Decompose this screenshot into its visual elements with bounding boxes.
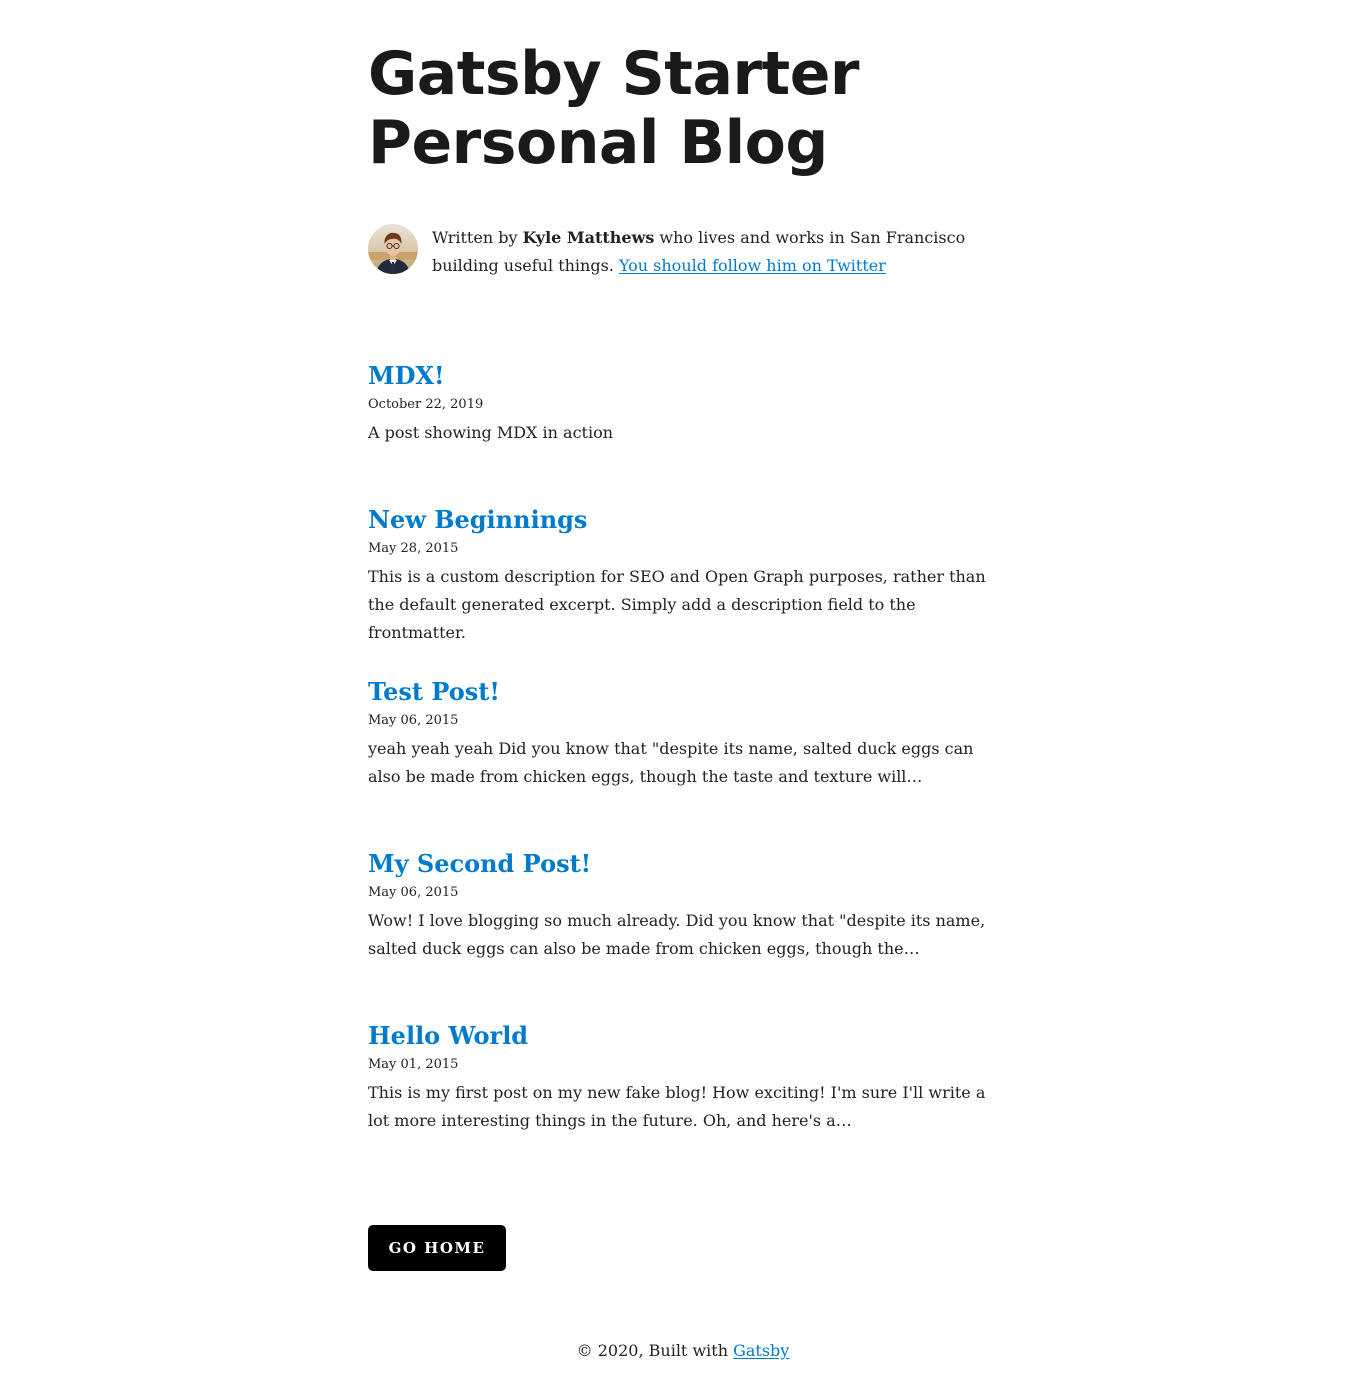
gatsby-link[interactable]: Gatsby (733, 1341, 789, 1360)
post-title: Test Post! (368, 677, 998, 707)
post-title-link[interactable]: My Second Post! (368, 849, 591, 878)
site-title[interactable]: Gatsby Starter Personal Blog (368, 40, 998, 178)
avatar-image (368, 224, 418, 274)
post-item: New Beginnings May 28, 2015 This is a cu… (368, 505, 998, 647)
post-title-link[interactable]: Hello World (368, 1021, 528, 1050)
bio-prefix: Written by (432, 228, 523, 247)
author-avatar (368, 224, 418, 274)
bio-text: Written by Kyle Matthews who lives and w… (432, 224, 998, 280)
post-title: Hello World (368, 1021, 998, 1051)
post-description: A post showing MDX in action (368, 423, 614, 442)
post-title: My Second Post! (368, 849, 998, 879)
post-title-link[interactable]: Test Post! (368, 677, 500, 706)
bio: Written by Kyle Matthews who lives and w… (368, 224, 998, 280)
post-title: New Beginnings (368, 505, 998, 535)
footer: © 2020, Built with Gatsby (0, 1337, 1366, 1365)
author-name: Kyle Matthews (522, 228, 655, 247)
post-item: My Second Post! May 06, 2015 Wow! I love… (368, 849, 998, 963)
post-date: May 28, 2015 (368, 541, 459, 556)
post-date: May 01, 2015 (368, 1057, 459, 1072)
post-description: This is a custom description for SEO and… (368, 567, 986, 642)
post-item: Test Post! May 06, 2015 yeah yeah yeah D… (368, 677, 998, 791)
footer-copyright: © 2020, Built with (576, 1341, 734, 1360)
post-date: May 06, 2015 (368, 713, 459, 728)
post-description: Wow! I love blogging so much already. Di… (368, 911, 986, 958)
post-description: This is my first post on my new fake blo… (368, 1083, 986, 1130)
post-item: Hello World May 01, 2015 This is my firs… (368, 1021, 998, 1135)
post-title-link[interactable]: MDX! (368, 361, 445, 390)
post-date: May 06, 2015 (368, 885, 459, 900)
post-title-link[interactable]: New Beginnings (368, 505, 587, 534)
post-description: yeah yeah yeah Did you know that "despit… (368, 739, 974, 786)
post-item: MDX! October 22, 2019 A post showing MDX… (368, 361, 998, 447)
post-title: MDX! (368, 361, 998, 391)
twitter-link[interactable]: You should follow him on Twitter (619, 256, 886, 275)
go-home-button[interactable]: GO HOME (368, 1225, 506, 1271)
post-date: October 22, 2019 (368, 397, 484, 412)
